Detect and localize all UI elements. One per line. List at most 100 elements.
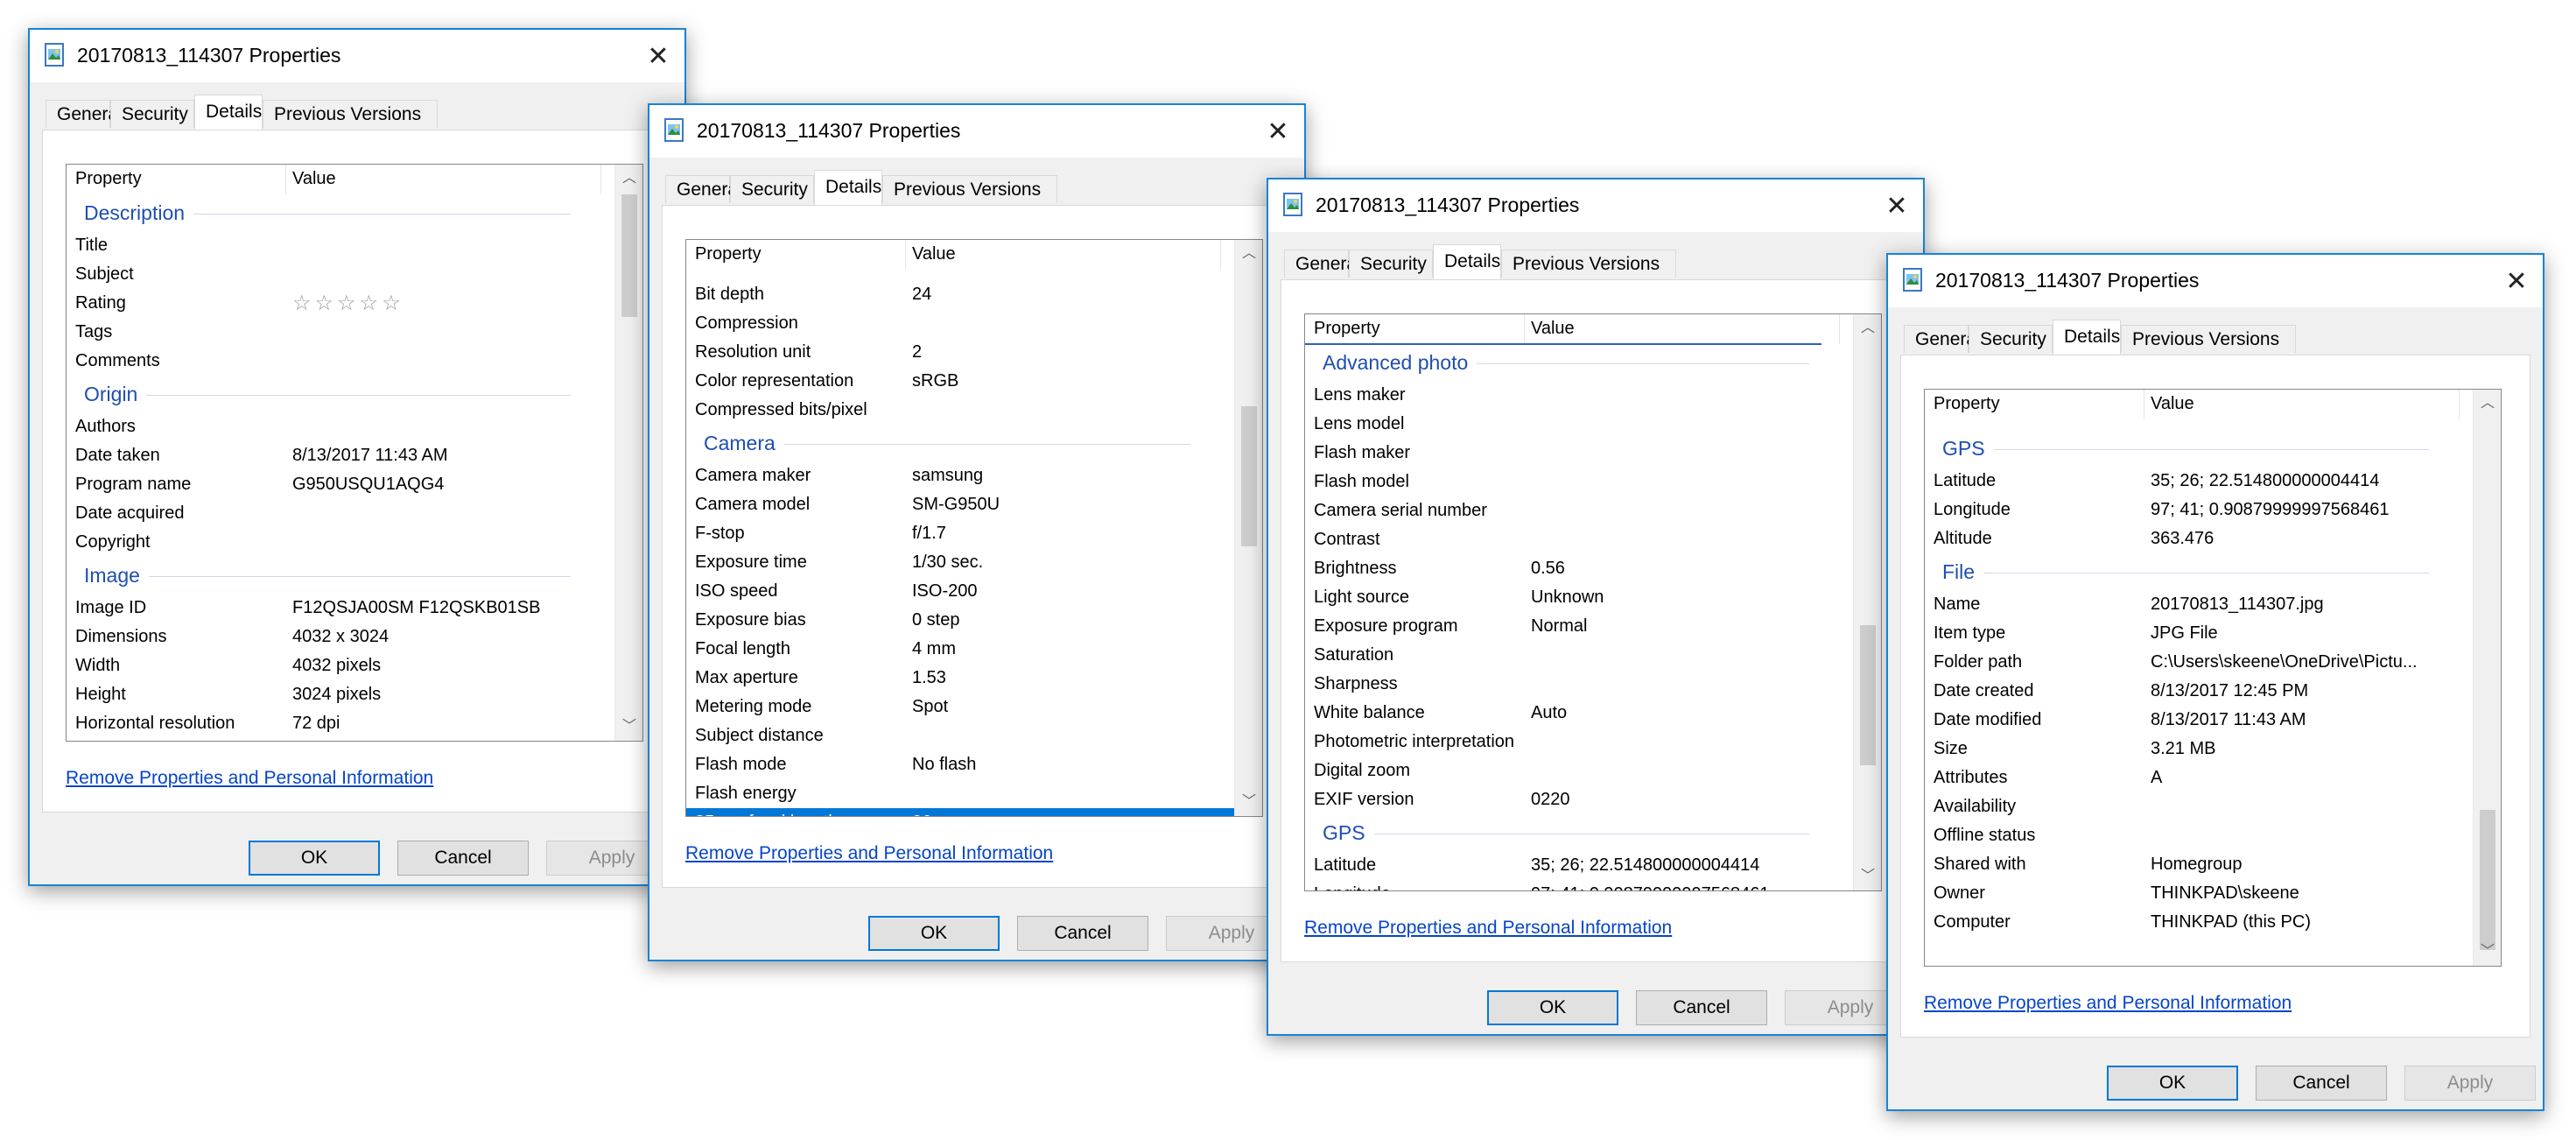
scroll-down-icon[interactable]: ﹀	[2474, 938, 2501, 966]
property-row[interactable]: Lens maker	[1305, 381, 1853, 410]
scroll-up-icon[interactable]: ︿	[2474, 390, 2501, 418]
column-header-value[interactable]: Value	[1531, 319, 1575, 339]
ok-button[interactable]: OK	[249, 841, 380, 876]
tab-general[interactable]: General	[665, 175, 742, 203]
tab-previous-versions[interactable]: Previous Versions	[263, 100, 438, 128]
scroll-down-icon[interactable]: ﹀	[615, 713, 642, 741]
property-row[interactable]: EXIF version 0220	[1305, 785, 1853, 814]
column-divider[interactable]	[285, 165, 286, 194]
column-header-property[interactable]: Property	[695, 244, 762, 264]
scrollbar-thumb[interactable]	[621, 194, 637, 317]
tab-security[interactable]: Security	[110, 100, 194, 128]
property-row[interactable]: Compression	[686, 309, 1234, 338]
vertical-scrollbar[interactable]: ︿ ﹀	[1853, 314, 1881, 890]
property-row[interactable]: Contrast	[1305, 525, 1853, 554]
property-row[interactable]: Date modified 8/13/2017 11:43 AM	[1925, 706, 2473, 735]
property-row[interactable]: Comments	[67, 347, 614, 376]
cancel-button[interactable]: Cancel	[1017, 916, 1148, 951]
property-list[interactable]: Property Value EXIF version 0220 GPS Latitude…	[1924, 389, 2502, 967]
property-row[interactable]: Exposure bias 0 step	[686, 606, 1234, 635]
property-row[interactable]: Copyright	[67, 528, 614, 557]
title-bar[interactable]: 20170813_114307 Properties ✕	[1268, 179, 1923, 232]
vertical-scrollbar[interactable]: ︿ ﹀	[1234, 240, 1262, 816]
tab-details[interactable]: Details	[1433, 244, 1501, 279]
property-row[interactable]: Name 20170813_114307.jpg	[1925, 590, 2473, 619]
property-row[interactable]: Date created 8/13/2017 12:45 PM	[1925, 677, 2473, 706]
property-row[interactable]: Latitude 35; 26; 22.514800000004414	[1305, 851, 1853, 880]
tab-details[interactable]: Details	[194, 95, 263, 130]
column-header-property[interactable]: Property	[75, 169, 142, 189]
tab-general[interactable]: General	[46, 100, 123, 128]
remove-properties-link[interactable]: Remove Properties and Personal Informati…	[1924, 993, 2292, 1014]
property-row[interactable]: Longitude 97; 41; 0.90879999997568461	[1305, 880, 1853, 890]
title-bar[interactable]: 20170813_114307 Properties ✕	[1888, 255, 2543, 307]
property-row[interactable]: 35mm focal length 26	[686, 808, 1234, 816]
tab-security[interactable]: Security	[730, 175, 814, 203]
property-row[interactable]: Altitude 363.476	[1925, 524, 2473, 553]
property-row[interactable]: Flash maker	[1305, 439, 1853, 468]
property-row[interactable]: Flash mode No flash	[686, 750, 1234, 779]
property-row[interactable]: Sharpness	[1305, 670, 1853, 699]
remove-properties-link[interactable]: Remove Properties and Personal Informati…	[1304, 918, 1672, 939]
property-row[interactable]: Exposure program Normal	[1305, 612, 1853, 641]
property-row[interactable]: Folder path C:\Users\skeene\OneDrive\Pict…	[1925, 648, 2473, 677]
cancel-button[interactable]: Cancel	[1636, 990, 1767, 1025]
column-header-property[interactable]: Property	[1934, 394, 2000, 414]
apply-button[interactable]: Apply	[2404, 1066, 2536, 1101]
property-row[interactable]: Image ID F12QSJA00SM F12QSKB01SB	[67, 594, 614, 623]
tab-details[interactable]: Details	[814, 170, 882, 205]
property-row[interactable]: Bit depth 24	[686, 280, 1234, 309]
property-row[interactable]: Subject	[67, 260, 614, 289]
property-row[interactable]: Camera model SM-G950U	[686, 490, 1234, 519]
title-bar[interactable]: 20170813_114307 Properties ✕	[649, 105, 1304, 158]
property-row[interactable]: Attributes A	[1925, 764, 2473, 792]
property-row[interactable]: Width 4032 pixels	[67, 651, 614, 680]
property-row[interactable]: Brightness 0.56	[1305, 554, 1853, 583]
column-header-property[interactable]: Property	[1314, 319, 1380, 339]
tab-general[interactable]: General	[1284, 250, 1361, 278]
property-row[interactable]: Light source Unknown	[1305, 583, 1853, 612]
vertical-scrollbar[interactable]: ︿ ﹀	[2473, 390, 2501, 966]
tab-details[interactable]: Details	[2053, 320, 2121, 355]
vertical-scrollbar[interactable]: ︿ ﹀	[614, 165, 642, 741]
property-row[interactable]: Item type JPG File	[1925, 619, 2473, 648]
property-row[interactable]: Max aperture 1.53	[686, 664, 1234, 693]
property-row[interactable]: Subject distance	[686, 721, 1234, 750]
property-row[interactable]: Rating ☆☆☆☆☆	[67, 289, 614, 318]
title-bar[interactable]: 20170813_114307 Properties ✕	[30, 30, 684, 82]
property-row[interactable]: Vertical resolution 72 dpi	[67, 738, 614, 741]
property-list[interactable]: Property Value Vertical resolution Bit dept…	[685, 239, 1263, 817]
ok-button[interactable]: OK	[868, 916, 1000, 951]
property-row[interactable]: Camera serial number	[1305, 496, 1853, 525]
remove-properties-link[interactable]: Remove Properties and Personal Informati…	[685, 843, 1053, 864]
remove-properties-link[interactable]: Remove Properties and Personal Informati…	[66, 768, 433, 789]
scroll-down-icon[interactable]: ﹀	[1235, 788, 1262, 816]
tab-security[interactable]: Security	[1349, 250, 1433, 278]
property-row[interactable]: Shared with Homegroup	[1925, 850, 2473, 879]
property-row[interactable]: Availability	[1925, 792, 2473, 821]
scroll-down-icon[interactable]: ﹀	[1854, 862, 1881, 890]
scroll-up-icon[interactable]: ︿	[1235, 240, 1262, 268]
scrollbar-thumb[interactable]	[1241, 406, 1257, 546]
tab-general[interactable]: General	[1904, 325, 1981, 353]
property-row[interactable]: Program name G950USQU1AQG4	[67, 470, 614, 499]
property-row[interactable]: Authors	[67, 412, 614, 441]
property-row[interactable]: Flash energy	[686, 779, 1234, 808]
property-row[interactable]: Tags	[67, 318, 614, 347]
property-row[interactable]: Metering mode Spot	[686, 693, 1234, 721]
property-row[interactable]: Date acquired	[67, 499, 614, 528]
property-row[interactable]: Exposure time 1/30 sec.	[686, 548, 1234, 577]
property-row[interactable]: Resolution unit 2	[686, 338, 1234, 367]
tab-security[interactable]: Security	[1969, 325, 2053, 353]
property-row[interactable]: Longitude 97; 41; 0.90879999997568461	[1925, 496, 2473, 524]
property-row[interactable]: F-stop f/1.7	[686, 519, 1234, 548]
property-row[interactable]: Dimensions 4032 x 3024	[67, 623, 614, 651]
close-icon[interactable]: ✕	[1871, 179, 1923, 232]
close-icon[interactable]: ✕	[2490, 255, 2543, 307]
column-header-value[interactable]: Value	[912, 244, 956, 264]
ok-button[interactable]: OK	[2107, 1066, 2238, 1101]
column-header-value[interactable]: Value	[292, 169, 336, 189]
property-row[interactable]: Camera maker samsung	[686, 461, 1234, 490]
property-row[interactable]: Saturation	[1305, 641, 1853, 670]
property-row[interactable]: Computer THINKPAD (this PC)	[1925, 908, 2473, 937]
